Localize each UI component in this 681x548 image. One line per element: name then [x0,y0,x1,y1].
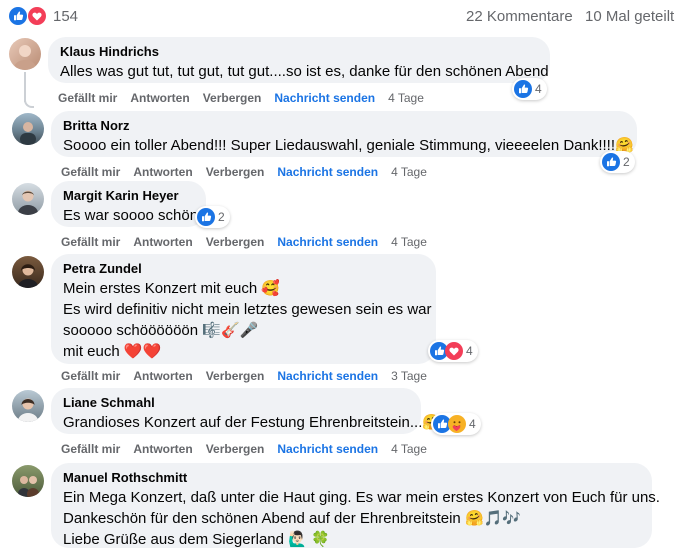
love-icon [27,6,47,26]
reaction-icons[interactable] [8,6,52,26]
comment-actions: Gefällt mir Antworten Verbergen Nachricht s… [61,165,440,179]
comments-count-link[interactable]: 22 Kommentare [466,8,573,25]
comment-reactions[interactable]: 4 [431,413,481,435]
comment-bubble: Britta Norz Soooo ein toller Abend!!! Su… [51,111,637,157]
send-message-action[interactable]: Nachricht senden [277,369,378,383]
comment-actions: Gefällt mir Antworten Verbergen Nachricht s… [61,235,440,249]
comment-actions: Gefällt mir Antworten Verbergen Nachricht s… [61,442,440,456]
like-action[interactable]: Gefällt mir [61,165,120,179]
comment-age[interactable]: 4 Tage [391,235,427,249]
send-message-action[interactable]: Nachricht senden [277,442,378,456]
reaction-count: 4 [466,344,473,358]
comment-author[interactable]: Liane Schmahl [63,395,409,411]
love-icon [445,342,463,360]
comment-age[interactable]: 3 Tage [391,369,427,383]
comment-text: Grandioses Konzert auf der Festung Ehren… [63,414,442,431]
comment-text-line: Mein erstes Konzert mit euch 🥰 [63,280,281,297]
comment-author[interactable]: Britta Norz [63,118,625,134]
comment-age[interactable]: 4 Tage [388,91,424,105]
send-message-action[interactable]: Nachricht senden [274,91,375,105]
like-action[interactable]: Gefällt mir [61,442,120,456]
comment-text-line: Es wird definitiv nicht mein letztes gew… [63,301,432,318]
comment-text-line: Liebe Grüße aus dem Siegerland 🙋🏻‍♂️ 🍀 [63,531,330,548]
comment-author[interactable]: Margit Karin Heyer [63,188,194,204]
comment-age[interactable]: 4 Tage [391,165,427,179]
comment-text: Es war soooo schön [63,207,199,224]
send-message-action[interactable]: Nachricht senden [277,165,378,179]
reaction-count: 4 [469,417,476,431]
comment-text-line: Ein Mega Konzert, daß unter die Haut gin… [63,489,660,506]
reaction-count: 4 [535,82,542,96]
comment-author[interactable]: Petra Zundel [63,261,424,277]
reply-action[interactable]: Antworten [133,235,192,249]
comment-reactions[interactable]: 4 [428,340,478,362]
comment-reactions[interactable]: 2 [600,151,635,173]
comment-bubble: Liane Schmahl Grandioses Konzert auf der… [51,388,442,434]
reaction-count: 2 [218,210,225,224]
hide-action[interactable]: Verbergen [206,235,265,249]
like-action[interactable]: Gefällt mir [58,91,117,105]
avatar[interactable] [9,38,41,70]
comment-text-line: sooooo schöööööön 🎼🎸🎤 [63,322,259,339]
shares-count-link[interactable]: 10 Mal geteilt [585,8,674,25]
avatar[interactable] [12,465,44,497]
comment-bubble: Manuel Rothschmitt Ein Mega Konzert, daß… [51,463,660,548]
reactions-summary-bar: 154 22 Kommentare 10 Mal geteilt [0,0,681,34]
comment-age[interactable]: 4 Tage [391,442,427,456]
reply-action[interactable]: Antworten [130,91,189,105]
send-message-action[interactable]: Nachricht senden [277,235,378,249]
hide-action[interactable]: Verbergen [206,165,265,179]
comment-text: Alles was gut tut, tut gut, tut gut....s… [60,63,549,80]
comment-author[interactable]: Klaus Hindrichs [60,44,538,60]
reaction-count: 2 [623,155,630,169]
comment-bubble: Margit Karin Heyer Es war soooo schön [51,181,206,227]
like-action[interactable]: Gefällt mir [61,235,120,249]
like-icon [602,153,620,171]
like-action[interactable]: Gefällt mir [61,369,120,383]
like-icon [9,7,27,25]
like-icon [514,80,532,98]
comment-text-line: mit euch ❤️❤️ [63,343,162,360]
comment-text: Soooo ein toller Abend!!! Super Liedausw… [63,137,634,154]
reply-action[interactable]: Antworten [133,369,192,383]
comment-actions: Gefällt mir Antworten Verbergen Nachricht s… [61,369,440,383]
care-icon [448,415,466,433]
thread-elbow [24,98,34,108]
hide-action[interactable]: Verbergen [206,442,265,456]
avatar[interactable] [12,113,44,145]
like-icon [197,208,215,226]
reply-action[interactable]: Antworten [133,442,192,456]
comment-text-line: Dankeschön für den schönen Abend auf der… [63,510,521,527]
avatar[interactable] [12,390,44,422]
comment-author[interactable]: Manuel Rothschmitt [63,470,640,486]
reaction-count[interactable]: 154 [53,8,78,25]
comment-actions: Gefällt mir Antworten Verbergen Nachricht s… [58,91,437,105]
comment-reactions[interactable]: 2 [195,206,230,228]
avatar[interactable] [12,256,44,288]
hide-action[interactable]: Verbergen [206,369,265,383]
comment-bubble: Klaus Hindrichs Alles was gut tut, tut g… [48,37,550,83]
hide-action[interactable]: Verbergen [203,91,262,105]
reply-action[interactable]: Antworten [133,165,192,179]
comment-bubble: Petra Zundel Mein erstes Konzert mit euc… [51,254,436,364]
avatar[interactable] [12,183,44,215]
comment-reactions[interactable]: 4 [512,78,547,100]
